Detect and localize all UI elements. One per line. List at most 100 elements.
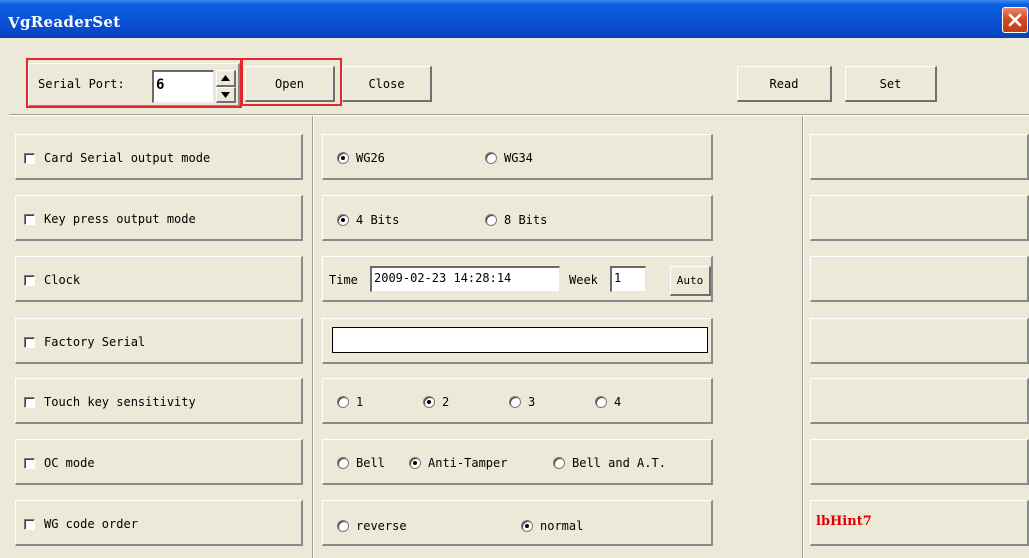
option-wg-code-order: WG code order [15,500,303,546]
radio-dot[interactable] [595,396,607,408]
checkbox-box[interactable] [24,336,35,348]
radio-4-bits[interactable]: 4 Bits [337,213,399,227]
option-label: Factory Serial [44,335,146,349]
option-label: Card Serial output mode [44,151,211,165]
option-card-serial: Card Serial output mode [15,134,303,180]
radio-label: Bell [356,456,385,470]
clock-checkbox[interactable]: Clock [24,273,80,287]
radio-sensitivity-2[interactable]: 2 [423,395,449,409]
radio-sensitivity-4[interactable]: 4 [595,395,621,409]
option-label: OC mode [44,456,95,470]
option-touch-sensitivity: Touch key sensitivity [15,378,303,424]
radio-dot[interactable] [521,520,533,532]
radio-dot[interactable] [553,457,565,469]
radio-label: WG34 [504,151,533,165]
radio-label: 8 Bits [504,213,548,227]
status-panel-5 [810,378,1029,424]
key-press-checkbox[interactable]: Key press output mode [24,212,196,226]
radio-label: 4 Bits [356,213,400,227]
time-input[interactable]: 2009-02-23 14:28:14 [370,266,560,292]
touch-sensitivity-checkbox[interactable]: Touch key sensitivity [24,395,196,409]
column-divider-right-highlight [803,116,804,558]
wg-code-order-settings: reverse normal [322,500,713,546]
status-panel-7: lbHint7 [810,500,1029,546]
radio-dot[interactable] [337,520,349,532]
close-x-icon [1008,13,1022,27]
serial-port-highlight [26,58,242,108]
radio-bell-and-at[interactable]: Bell and A.T. [553,456,666,470]
radio-sensitivity-3[interactable]: 3 [509,395,535,409]
option-label: Key press output mode [44,212,196,226]
radio-label: Bell and A.T. [572,456,666,470]
option-factory-serial: Factory Serial [15,318,303,364]
factory-serial-checkbox[interactable]: Factory Serial [24,335,145,349]
time-label: Time [329,273,358,287]
radio-dot[interactable] [409,457,421,469]
radio-wg34[interactable]: WG34 [485,151,533,165]
status-panel-1 [810,134,1029,180]
oc-mode-checkbox[interactable]: OC mode [24,456,95,470]
column-divider-left-highlight [313,116,314,558]
checkbox-box[interactable] [24,457,35,469]
toolbar-separator-highlight [9,115,1029,116]
close-window-button[interactable] [1002,7,1028,33]
auto-button[interactable]: Auto [670,266,711,296]
read-button[interactable]: Read [737,66,832,102]
window-title: gReaderSet [20,13,121,31]
radio-dot[interactable] [337,214,349,226]
set-button[interactable]: Set [845,66,937,102]
checkbox-box[interactable] [24,274,35,286]
wg-code-order-checkbox[interactable]: WG code order [24,517,138,531]
open-highlight [241,58,342,106]
option-label: WG code order [44,517,138,531]
option-clock: Clock [15,256,303,302]
radio-label: 3 [528,395,536,409]
close-button[interactable]: Close [342,66,432,102]
key-press-settings: 4 Bits 8 Bits [322,195,713,241]
radio-normal[interactable]: normal [521,519,583,533]
card-serial-settings: WG26 WG34 [322,134,713,180]
checkbox-box[interactable] [24,152,35,164]
radio-label: normal [540,519,584,533]
radio-bell[interactable]: Bell [337,456,385,470]
radio-dot[interactable] [485,152,497,164]
clock-settings: Time 2009-02-23 14:28:14 Week 1 Auto [322,256,713,302]
radio-sensitivity-1[interactable]: 1 [337,395,363,409]
radio-label: reverse [356,519,407,533]
radio-dot[interactable] [337,457,349,469]
card-serial-checkbox[interactable]: Card Serial output mode [24,151,210,165]
touch-sensitivity-settings: 1 2 3 4 [322,378,713,424]
option-label: Touch key sensitivity [44,395,196,409]
week-input[interactable]: 1 [610,266,646,292]
radio-label: 4 [614,395,622,409]
title-bar[interactable]: V gReaderSet [0,0,1029,38]
factory-serial-settings [322,318,713,364]
radio-dot[interactable] [337,396,349,408]
oc-mode-settings: Bell Anti-Tamper Bell and A.T. [322,439,713,485]
radio-8-bits[interactable]: 8 Bits [485,213,547,227]
option-oc-mode: OC mode [15,439,303,485]
checkbox-box[interactable] [24,396,35,408]
radio-anti-tamper[interactable]: Anti-Tamper [409,456,507,470]
radio-label: 2 [442,395,450,409]
status-panel-6 [810,439,1029,485]
radio-label: 1 [356,395,364,409]
checkbox-box[interactable] [24,213,35,225]
radio-dot[interactable] [485,214,497,226]
radio-reverse[interactable]: reverse [337,519,407,533]
radio-dot[interactable] [509,396,521,408]
status-panel-3 [810,256,1029,302]
hint-label: lbHint7 [816,514,872,529]
radio-label: Anti-Tamper [428,456,508,470]
radio-dot[interactable] [337,152,349,164]
title-prefix: V [8,14,20,32]
factory-serial-input[interactable] [332,327,708,353]
app-window: V gReaderSet Serial Port: 6 Open Close R… [0,0,1029,558]
option-key-press: Key press output mode [15,195,303,241]
option-label: Clock [44,273,81,287]
radio-dot[interactable] [423,396,435,408]
status-panel-4 [810,318,1029,364]
radio-wg26[interactable]: WG26 [337,151,385,165]
checkbox-box[interactable] [24,518,35,530]
week-label: Week [569,273,598,287]
